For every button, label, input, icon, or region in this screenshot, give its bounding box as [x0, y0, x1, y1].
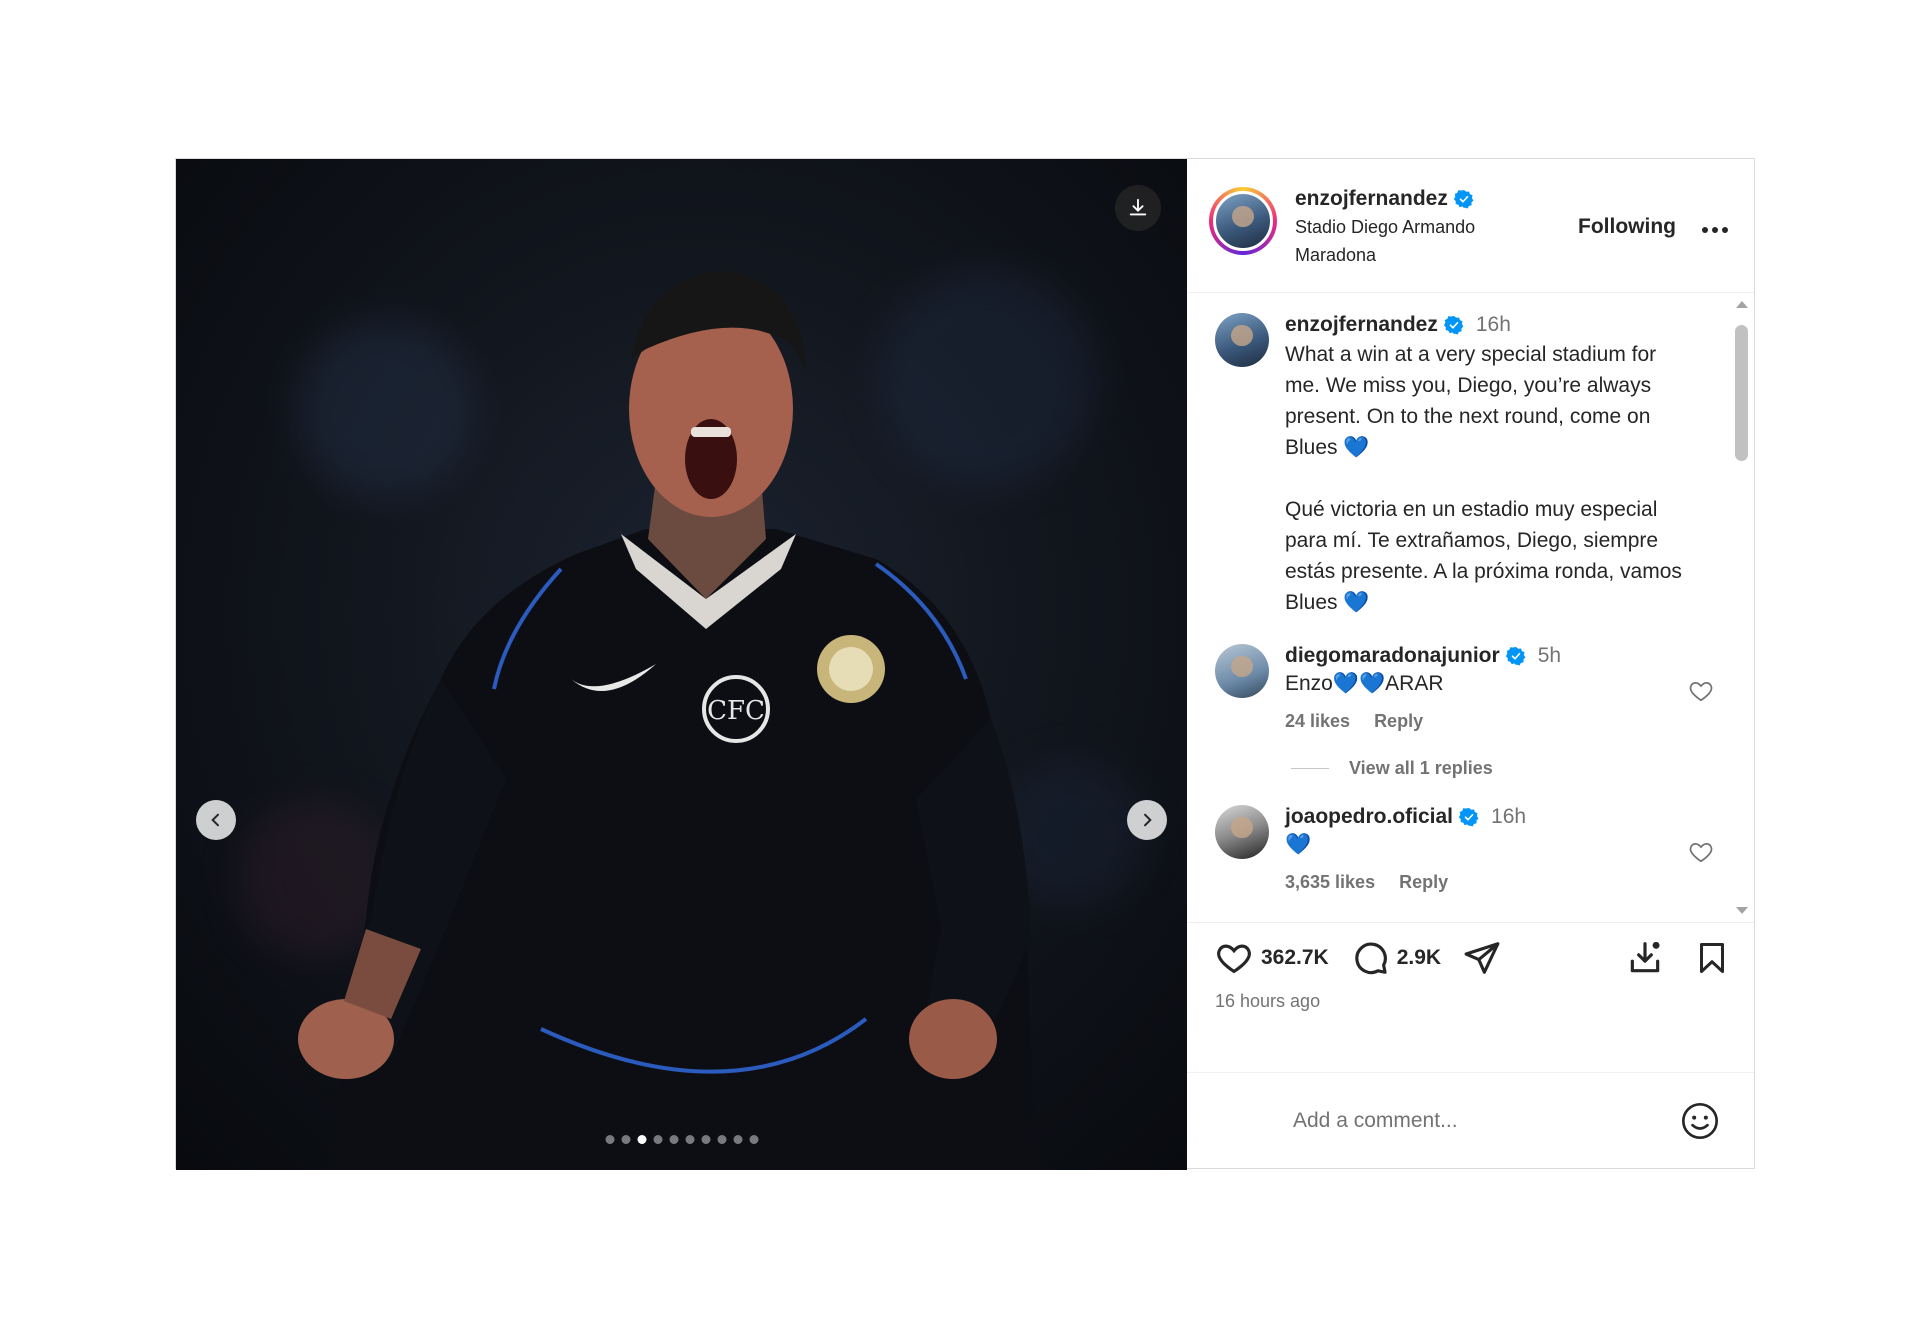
avatar[interactable] — [1215, 313, 1269, 367]
comment-item: diegomaradonajunior 5h Enzo💙💙ARAR 24 lik… — [1215, 644, 1714, 732]
next-slide-button[interactable] — [1127, 800, 1167, 840]
comment-time[interactable]: 16h — [1491, 805, 1526, 829]
carousel-dot — [749, 1135, 758, 1144]
save-to-collection-button[interactable] — [1626, 939, 1664, 977]
carousel-dot — [605, 1135, 614, 1144]
post-caption: enzojfernandez 16h What a win at a very … — [1215, 313, 1714, 618]
emoji-icon[interactable] — [1680, 1101, 1720, 1141]
carousel-dot — [653, 1135, 662, 1144]
post-media[interactable]: CFC — [176, 159, 1187, 1170]
carousel-dot — [701, 1135, 710, 1144]
download-button[interactable] — [1115, 185, 1161, 231]
verified-icon — [1443, 316, 1464, 335]
like-button[interactable]: 362.7K — [1215, 939, 1351, 977]
post-side-panel: enzojfernandez Stadio Diego Armando Mara… — [1187, 159, 1754, 1168]
carousel-dot — [621, 1135, 630, 1144]
post-timestamp[interactable]: 16 hours ago — [1215, 991, 1730, 1012]
carousel-dot — [669, 1135, 678, 1144]
verified-icon — [1505, 647, 1526, 666]
chevron-right-icon — [1144, 813, 1152, 827]
view-replies-button[interactable]: View all 1 replies — [1291, 758, 1714, 779]
download-tray-icon — [1630, 941, 1660, 973]
previous-slide-button[interactable] — [196, 800, 236, 840]
bookmark-button[interactable] — [1694, 939, 1730, 977]
caption-time[interactable]: 16h — [1476, 313, 1511, 337]
carousel-dot — [685, 1135, 694, 1144]
comment-icon — [1355, 942, 1387, 975]
avatar[interactable] — [1215, 644, 1269, 698]
comment-likes[interactable]: 24 likes — [1285, 711, 1350, 732]
svg-text:CFC: CFC — [707, 696, 765, 726]
comment-text: Enzo💙💙ARAR — [1285, 672, 1444, 695]
comment-time[interactable]: 5h — [1538, 644, 1561, 668]
like-comment-icon[interactable] — [1688, 839, 1714, 865]
player-photo: CFC — [298, 271, 1036, 1170]
heart-icon — [1217, 944, 1251, 974]
comment-input[interactable] — [1291, 1107, 1680, 1134]
comment-text: 💙 — [1285, 833, 1312, 856]
carousel-dot — [637, 1135, 646, 1144]
avatar[interactable] — [1215, 805, 1269, 859]
post-location[interactable]: Stadio Diego Armando Maradona — [1295, 213, 1515, 269]
chevron-left-icon — [211, 813, 219, 827]
reply-button[interactable]: Reply — [1374, 711, 1423, 732]
reply-button[interactable]: Reply — [1399, 872, 1448, 893]
caption-username[interactable]: enzojfernandez — [1285, 313, 1438, 337]
view-replies-label: View all 1 replies — [1349, 758, 1493, 778]
divider — [1291, 768, 1329, 769]
comments-section[interactable]: enzojfernandez 16h What a win at a very … — [1187, 293, 1754, 922]
comment-username[interactable]: joaopedro.oficial — [1285, 805, 1453, 829]
verified-icon — [1453, 190, 1474, 209]
like-count[interactable]: 362.7K — [1261, 946, 1329, 970]
carousel-dot — [717, 1135, 726, 1144]
following-button[interactable]: Following — [1578, 215, 1676, 239]
avatar — [1213, 191, 1273, 251]
comment-likes[interactable]: 3,635 likes — [1285, 872, 1375, 893]
caption-text: What a win at a very special stadium for… — [1285, 343, 1682, 614]
post-header: enzojfernandez Stadio Diego Armando Mara… — [1187, 159, 1754, 293]
carousel-indicator — [605, 1135, 758, 1144]
share-icon — [1464, 942, 1500, 974]
scrollbar[interactable] — [1732, 301, 1748, 914]
comment-composer — [1187, 1072, 1754, 1168]
like-comment-icon[interactable] — [1688, 678, 1714, 704]
carousel-dot — [733, 1135, 742, 1144]
author-username[interactable]: enzojfernandez — [1295, 187, 1448, 211]
more-options-icon[interactable] — [1700, 215, 1730, 245]
comment-username[interactable]: diegomaradonajunior — [1285, 644, 1500, 668]
comment-count[interactable]: 2.9K — [1397, 946, 1441, 970]
download-icon — [1129, 198, 1147, 216]
comment-item: joaopedro.oficial 16h 💙 3,635 likes Repl… — [1215, 805, 1714, 893]
scroll-up-arrow[interactable] — [1736, 301, 1748, 308]
verified-icon — [1459, 808, 1479, 827]
post-modal: CFC enzojfernandez Stadio Diego Armando … — [175, 158, 1755, 1170]
bookmark-icon — [1700, 943, 1724, 973]
share-button[interactable] — [1463, 939, 1501, 977]
story-ring[interactable] — [1209, 187, 1277, 255]
scroll-thumb[interactable] — [1735, 325, 1748, 461]
comment-button[interactable]: 2.9K — [1351, 939, 1463, 977]
scroll-down-arrow[interactable] — [1736, 907, 1748, 914]
post-actions: 362.7K 2.9K 16 hours ago — [1187, 922, 1754, 1072]
